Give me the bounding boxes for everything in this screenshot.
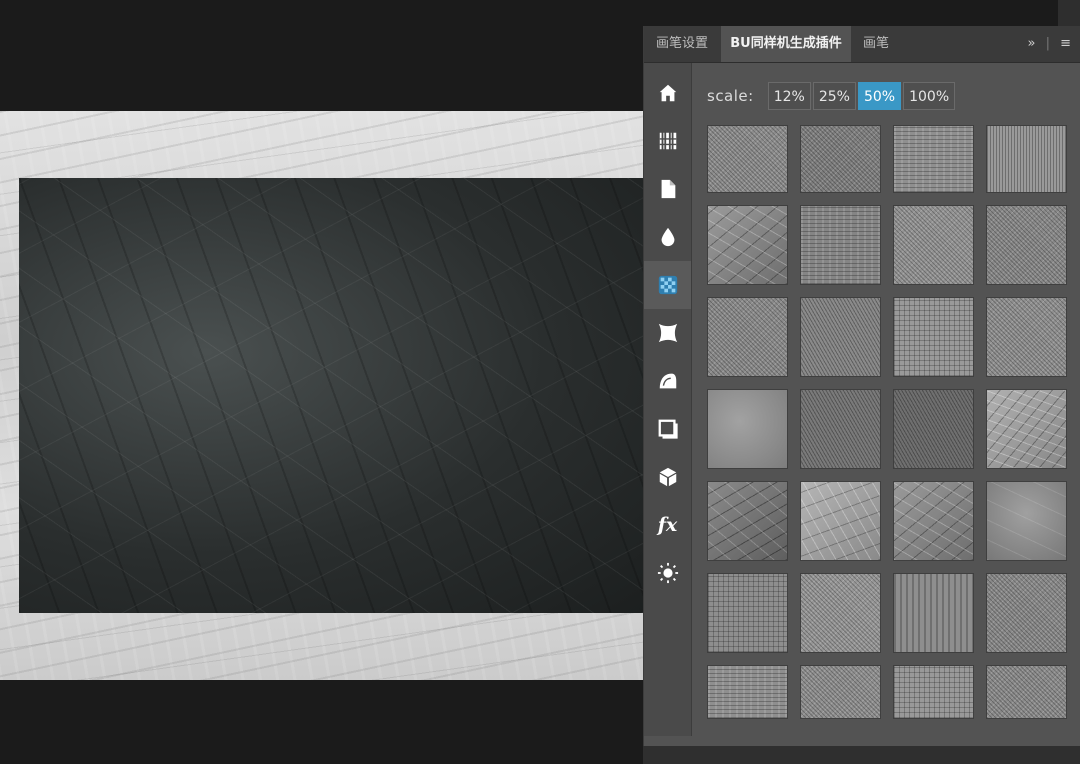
scale-label: scale: bbox=[707, 87, 754, 105]
barcode-grid-icon bbox=[659, 132, 676, 150]
texture-thumbnail[interactable] bbox=[893, 481, 974, 561]
crumpled-paper-layer bbox=[19, 178, 643, 613]
fx-icon: fx bbox=[657, 514, 678, 536]
texture-thumbnail[interactable] bbox=[986, 389, 1067, 469]
scale-option-50[interactable]: 50% bbox=[857, 82, 902, 110]
sidebar-item-document[interactable] bbox=[644, 165, 691, 213]
sidebar-item-barcode[interactable] bbox=[644, 117, 691, 165]
panel-bottom-bar bbox=[643, 746, 1080, 764]
texture-thumbnail[interactable] bbox=[986, 573, 1067, 653]
scale-selector: scale: 12% 25% 50% 100% bbox=[707, 82, 957, 110]
panel-menu-icon[interactable]: ≡ bbox=[1060, 26, 1071, 62]
tab-bar-controls: » | ≡ bbox=[1021, 26, 1071, 62]
texture-thumbnail[interactable] bbox=[800, 389, 881, 469]
texture-thumbnail[interactable] bbox=[707, 573, 788, 653]
sidebar-item-home[interactable] bbox=[644, 69, 691, 117]
texture-thumbnail[interactable] bbox=[986, 481, 1067, 561]
drop-icon bbox=[661, 227, 674, 247]
light-icon bbox=[657, 562, 678, 584]
fabric-icon bbox=[659, 373, 676, 389]
expand-icon[interactable]: » bbox=[1027, 26, 1035, 62]
scroll-strip bbox=[1058, 0, 1080, 26]
texture-thumbnail[interactable] bbox=[986, 297, 1067, 377]
texture-thumbnail[interactable] bbox=[893, 125, 974, 193]
sidebar-item-cube[interactable] bbox=[644, 453, 691, 501]
texture-thumbnail[interactable] bbox=[707, 389, 788, 469]
tool-sidebar: fx bbox=[644, 63, 692, 736]
canvas-area[interactable] bbox=[0, 0, 643, 764]
divider: | bbox=[1045, 36, 1050, 51]
texture-thumbnail[interactable] bbox=[986, 665, 1067, 719]
shadow-square-icon bbox=[658, 419, 678, 439]
sidebar-item-fabric[interactable] bbox=[644, 357, 691, 405]
sidebar-item-drop[interactable] bbox=[644, 213, 691, 261]
plugin-panel: 画笔设置 BU同样机生成插件 画笔 » | ≡ fx scale: 12% 25… bbox=[643, 26, 1080, 746]
texture-thumbnail[interactable] bbox=[800, 125, 881, 193]
texture-thumbnail[interactable] bbox=[707, 665, 788, 719]
panel-tab-bar: 画笔设置 BU同样机生成插件 画笔 » | ≡ bbox=[644, 26, 1080, 63]
plugin-content: scale: 12% 25% 50% 100% bbox=[692, 63, 1080, 736]
tab-bu-plugin[interactable]: BU同样机生成插件 bbox=[721, 26, 851, 62]
sidebar-item-light[interactable] bbox=[644, 549, 691, 597]
texture-thumbnail[interactable] bbox=[800, 481, 881, 561]
scale-option-25[interactable]: 25% bbox=[812, 82, 856, 110]
cube-icon bbox=[659, 467, 676, 487]
texture-thumbnail[interactable] bbox=[707, 205, 788, 285]
tab-brushes[interactable]: 画笔 bbox=[852, 26, 900, 62]
home-icon bbox=[659, 84, 676, 102]
texture-thumbnail[interactable] bbox=[800, 297, 881, 377]
texture-thumbnail[interactable] bbox=[800, 573, 881, 653]
texture-thumbnail[interactable] bbox=[893, 297, 974, 377]
texture-thumbnail[interactable] bbox=[893, 573, 974, 653]
sidebar-item-fx[interactable]: fx bbox=[644, 501, 691, 549]
warp-icon bbox=[658, 323, 677, 343]
texture-thumbnail[interactable] bbox=[800, 665, 881, 719]
texture-grid bbox=[707, 125, 1067, 719]
texture-thumbnail[interactable] bbox=[800, 205, 881, 285]
texture-icon bbox=[658, 275, 677, 295]
sidebar-item-texture[interactable] bbox=[644, 261, 691, 309]
tab-brush-settings[interactable]: 画笔设置 bbox=[644, 26, 720, 62]
texture-thumbnail[interactable] bbox=[986, 125, 1067, 193]
texture-thumbnail[interactable] bbox=[707, 297, 788, 377]
sidebar-item-warp[interactable] bbox=[644, 309, 691, 357]
texture-thumbnail[interactable] bbox=[893, 389, 974, 469]
scale-option-100[interactable]: 100% bbox=[903, 82, 956, 110]
texture-thumbnail[interactable] bbox=[986, 205, 1067, 285]
sidebar-item-shadow[interactable] bbox=[644, 405, 691, 453]
document-icon bbox=[661, 179, 675, 199]
texture-thumbnail[interactable] bbox=[707, 125, 788, 193]
texture-thumbnail[interactable] bbox=[893, 205, 974, 285]
texture-thumbnail[interactable] bbox=[893, 665, 974, 719]
scale-option-12[interactable]: 12% bbox=[767, 82, 811, 110]
texture-thumbnail[interactable] bbox=[707, 481, 788, 561]
